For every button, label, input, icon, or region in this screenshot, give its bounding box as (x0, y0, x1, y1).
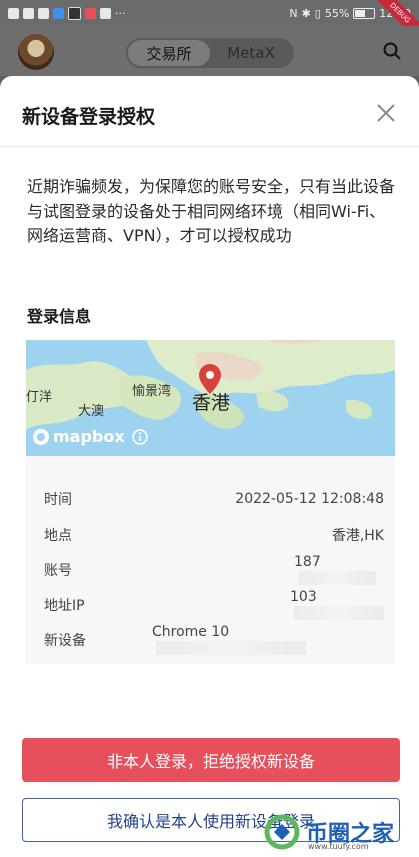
info-value: Chrome 10 (152, 624, 230, 640)
mapbox-logo: mapbox (32, 427, 148, 446)
close-icon[interactable] (375, 102, 397, 124)
reject-new-device-button[interactable]: 非本人登录，拒绝授权新设备 (22, 738, 400, 782)
battery-percent: 55% (324, 6, 350, 20)
info-row-location: 地点 香港,HK (44, 525, 384, 545)
map-label-place2: 愉景湾 (132, 384, 172, 399)
app-notification-icon (100, 7, 111, 19)
app-notification-icon (68, 6, 81, 20)
header-divider (0, 146, 419, 147)
sheet-title: 新设备登录授权 (22, 106, 156, 128)
app-notification-icon (53, 7, 64, 19)
avatar[interactable] (18, 34, 54, 70)
info-key: 地址IP (44, 598, 85, 614)
redacted-block (298, 571, 376, 585)
redacted-block (156, 641, 306, 655)
mapbox-logo-text: mapbox (53, 427, 125, 446)
vibrate-icon: ▯ (314, 6, 321, 20)
battery-icon (353, 7, 376, 19)
app-notification-icon (85, 7, 96, 19)
map-pin-icon (199, 364, 221, 394)
tab-exchange[interactable]: 交易所 (128, 40, 210, 66)
map-label-place1: 仃洋 (26, 390, 53, 405)
wifi-icon (23, 7, 34, 19)
watermark-url: www.tuufy.com (308, 842, 369, 851)
info-key: 账号 (44, 563, 72, 579)
info-value: 103 (290, 589, 317, 605)
login-info-table: 时间 2022-05-12 12:08:48 地点 香港,HK 账号 187 地… (26, 456, 395, 664)
exchange-tab-switcher: 交易所 MetaX (126, 38, 294, 68)
sim-icon (8, 7, 19, 19)
mapbox-mark-icon (33, 428, 49, 445)
info-value-wrap: Chrome 10 (136, 624, 384, 656)
info-value-wrap: 103 (132, 589, 384, 621)
info-key: 时间 (44, 492, 72, 508)
info-key: 地点 (44, 528, 72, 544)
more-notifications-icon: ··· (115, 6, 126, 20)
info-row-time: 时间 2022-05-12 12:08:48 (44, 489, 384, 509)
info-icon[interactable] (131, 428, 148, 445)
app-header: 交易所 MetaX (0, 26, 419, 76)
app-notification-icon (38, 7, 49, 19)
status-bar-left: ··· (8, 6, 126, 20)
login-info-title: 登录信息 (27, 307, 92, 326)
new-device-auth-sheet: 新设备登录授权 近期诈骗频发，为保障您的账号安全，只有当此设备与试图登录的设备处… (0, 76, 419, 857)
login-location-map: 仃洋 愉景湾 大澳 香港 mapbox (26, 340, 395, 456)
status-bar: ··· N ✱ ▯ 55% 12:09 DEBUG (0, 0, 419, 50)
tab-metax[interactable]: MetaX (210, 40, 292, 66)
info-row-device: 新设备 Chrome 10 (44, 624, 384, 655)
search-icon[interactable] (383, 42, 401, 60)
bluetooth-icon: ✱ (301, 6, 311, 20)
nfc-icon: N (289, 6, 298, 20)
redacted-block (294, 606, 384, 620)
info-value: 2022-05-12 12:08:48 (235, 491, 384, 507)
map-label-place3: 大澳 (78, 404, 105, 419)
info-value: 187 (294, 554, 321, 570)
info-value: 香港,HK (331, 528, 384, 544)
watermark-mark-icon (264, 814, 300, 849)
info-row-account: 账号 187 (44, 554, 384, 585)
watermark-logo: 币圈之家 www.tuufy.com (264, 806, 419, 857)
info-row-ip: 地址IP 103 (44, 589, 384, 620)
security-notice: 近期诈骗频发，为保障您的账号安全，只有当此设备与试图登录的设备处于相同网络环境（… (27, 177, 396, 245)
info-value-wrap: 187 (136, 554, 384, 586)
info-key: 新设备 (44, 633, 86, 649)
